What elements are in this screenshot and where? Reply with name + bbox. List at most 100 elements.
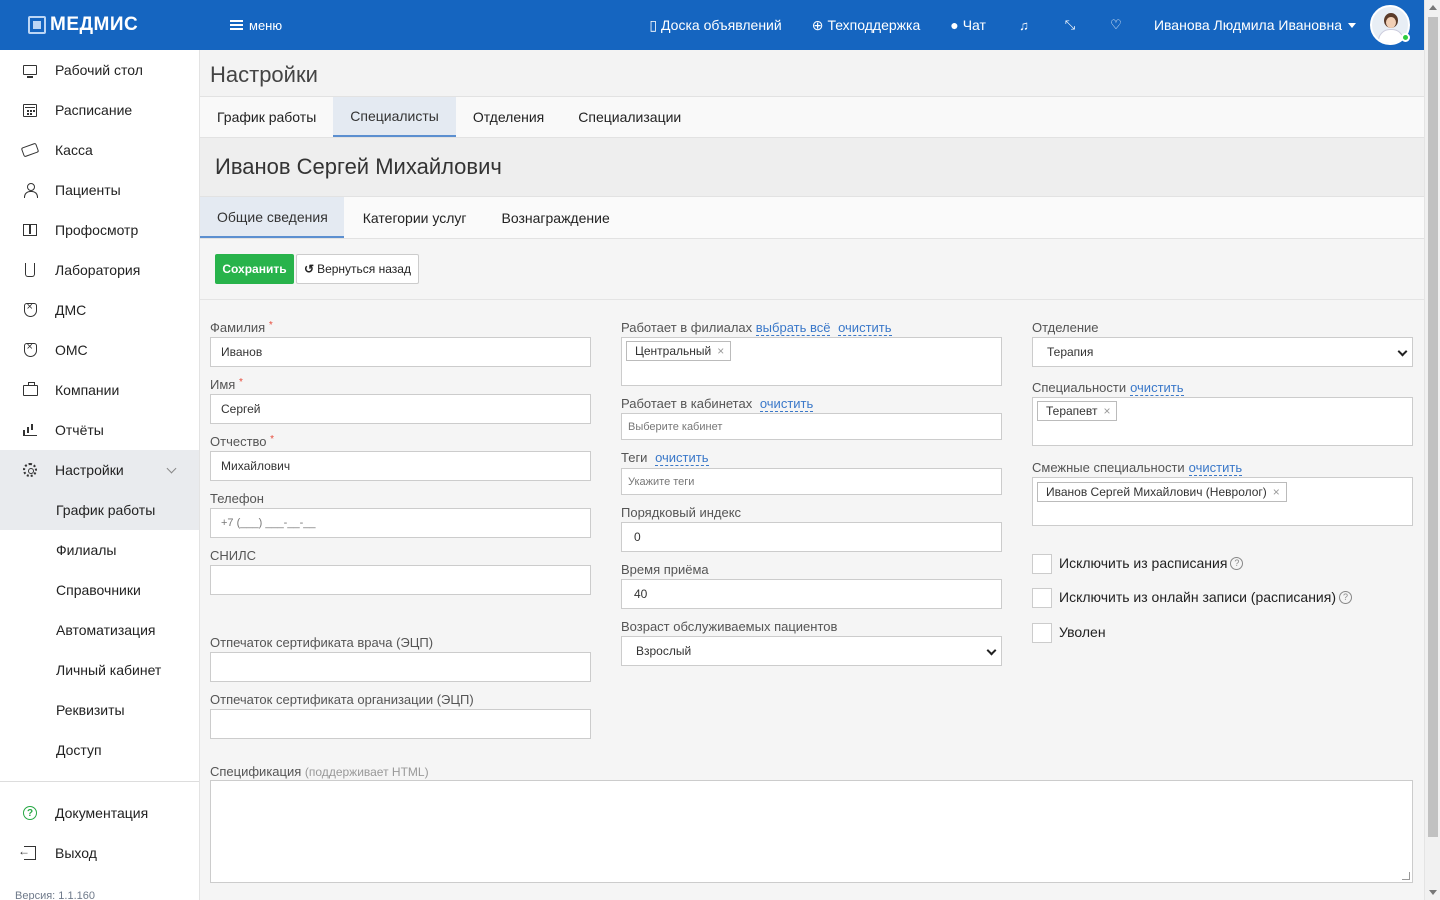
specification-textarea[interactable] xyxy=(210,780,1413,883)
sidebar-subitem-references[interactable]: Справочники xyxy=(0,570,199,610)
exclude-schedule-checkbox[interactable] xyxy=(1032,554,1052,574)
online-status-icon xyxy=(1401,33,1410,42)
bell-icon[interactable]: ♫ xyxy=(1016,17,1032,33)
rooms-label: Работает в кабинетах очистить xyxy=(621,396,814,412)
appointment-time-input[interactable]: 40 xyxy=(621,579,1002,609)
org-cert-label: Отпечаток сертификата организации (ЭЦП) xyxy=(210,692,474,707)
board-link[interactable]: ▯ Доска объявлений xyxy=(649,17,781,34)
tab-specialists[interactable]: Специалисты xyxy=(333,97,456,137)
department-select[interactable]: Терапия xyxy=(1032,337,1413,367)
support-link[interactable]: ⊕ Техподдержка xyxy=(812,17,921,34)
clear-rooms-link[interactable]: очистить xyxy=(759,396,814,412)
scroll-thumb[interactable] xyxy=(1428,17,1438,837)
sidebar-item-patients[interactable]: Пациенты xyxy=(0,170,199,210)
sidebar-item-reports[interactable]: Отчёты xyxy=(0,410,199,450)
sidebar-item-logout[interactable]: Выход xyxy=(0,833,199,873)
tags-input[interactable]: Укажите теги xyxy=(621,468,1002,495)
sidebar-item-checkup[interactable]: Профосмотр xyxy=(0,210,199,250)
save-button[interactable]: Сохранить xyxy=(215,254,294,284)
logo-icon xyxy=(28,16,46,34)
tab-remuneration[interactable]: Вознаграждение xyxy=(484,197,625,238)
exclude-online-checkbox[interactable] xyxy=(1032,588,1052,608)
clear-related-specialties-link[interactable]: очистить xyxy=(1188,460,1243,476)
sidebar-item-label: Отчёты xyxy=(55,422,104,438)
tags-label: Теги очистить xyxy=(621,450,709,466)
sidebar-item-companies[interactable]: Компании xyxy=(0,370,199,410)
lightbulb-icon[interactable]: ♡ xyxy=(1108,17,1124,33)
sidebar-subitem-requisites[interactable]: Реквизиты xyxy=(0,690,199,730)
sidebar-item-label: Настройки xyxy=(55,462,124,478)
board-label: Доска объявлений xyxy=(661,17,782,33)
help-icon[interactable]: ? xyxy=(1339,590,1352,604)
clear-specialties-link[interactable]: очистить xyxy=(1130,380,1184,396)
compress-icon[interactable]: ⤡ xyxy=(1062,17,1078,33)
related-specialty-chip: Иванов Сергей Михайлович (Невролог) × xyxy=(1037,482,1287,502)
sidebar-subitem-branches[interactable]: Филиалы xyxy=(0,530,199,570)
sidebar-subitem-work-schedule[interactable]: График работы xyxy=(0,490,199,530)
sidebar-item-desktop[interactable]: Рабочий стол xyxy=(0,50,199,90)
scroll-down-icon[interactable] xyxy=(1429,890,1437,895)
sidebar-item-lab[interactable]: Лаборатория xyxy=(0,250,199,290)
fired-label: Уволен xyxy=(1059,624,1106,640)
sidebar-subitem-access[interactable]: Доступ xyxy=(0,730,199,770)
snils-input[interactable] xyxy=(210,565,591,595)
sidebar-item-oms[interactable]: ОМС xyxy=(0,330,199,370)
patient-age-value: Взрослый xyxy=(636,644,692,658)
sidebar-item-schedule[interactable]: Расписание xyxy=(0,90,199,130)
phone-input[interactable]: +7 (___) ___-__-__ xyxy=(210,508,591,538)
sidebar-divider xyxy=(0,781,199,782)
rooms-input[interactable]: Выберите кабинет xyxy=(621,413,1002,440)
snils-label: СНИЛС xyxy=(210,548,257,563)
undo-icon: ↺ xyxy=(304,262,315,276)
sidebar-item-settings[interactable]: Настройки xyxy=(0,450,199,490)
clear-branches-link[interactable]: очистить xyxy=(838,320,892,336)
name-input[interactable]: Сергей xyxy=(210,394,591,424)
surname-input[interactable]: Иванов xyxy=(210,337,591,367)
sidebar-subitem-automation[interactable]: Автоматизация xyxy=(0,610,199,650)
tab-work-schedule[interactable]: График работы xyxy=(200,97,333,137)
order-index-input[interactable]: 0 xyxy=(621,522,1002,552)
main-content: Настройки График работы Специалисты Отде… xyxy=(200,50,1424,900)
top-bar: МЕДМИС меню ▯ Доска объявлений ⊕ Техподд… xyxy=(0,0,1424,50)
menu-button[interactable]: меню xyxy=(230,18,282,33)
clear-tags-link[interactable]: очистить xyxy=(655,450,709,466)
patronymic-input[interactable]: Михайлович xyxy=(210,451,591,481)
sidebar-item-cash[interactable]: Касса xyxy=(0,130,199,170)
sidebar-item-label: Касса xyxy=(55,142,93,158)
tab-service-categories[interactable]: Категории услуг xyxy=(346,197,483,238)
fired-checkbox[interactable] xyxy=(1032,623,1052,643)
org-cert-input[interactable] xyxy=(210,709,591,739)
branch-chip: Центральный × xyxy=(626,341,732,361)
page-scrollbar[interactable] xyxy=(1424,0,1440,900)
resize-handle-icon[interactable] xyxy=(1402,872,1410,880)
book-icon xyxy=(22,222,38,238)
related-specialties-label: Смежные специальности очистить xyxy=(1032,460,1243,476)
sidebar-item-label: Профосмотр xyxy=(55,222,139,238)
remove-chip-icon[interactable]: × xyxy=(1103,404,1110,418)
sidebar-item-label: Пациенты xyxy=(55,182,121,198)
sidebar-item-docs[interactable]: ? Документация xyxy=(0,793,199,833)
remove-chip-icon[interactable]: × xyxy=(1273,485,1280,499)
user-menu[interactable]: Иванова Людмила Ивановна xyxy=(1154,17,1356,33)
monitor-icon xyxy=(22,62,38,78)
sidebar-subitem-account[interactable]: Личный кабинет xyxy=(0,650,199,690)
tab-general-info[interactable]: Общие сведения xyxy=(200,197,344,238)
select-all-branches-link[interactable]: выбрать всё xyxy=(755,320,831,336)
branches-multiselect[interactable]: Центральный × xyxy=(621,337,1002,386)
chat-link[interactable]: ● Чат xyxy=(950,17,986,33)
related-specialties-multiselect[interactable]: Иванов Сергей Михайлович (Невролог) × xyxy=(1032,477,1413,526)
remove-chip-icon[interactable]: × xyxy=(717,344,724,358)
specialties-multiselect[interactable]: Терапевт × xyxy=(1032,397,1413,446)
hamburger-icon xyxy=(230,20,243,30)
doctor-cert-input[interactable] xyxy=(210,652,591,682)
sidebar-item-dms[interactable]: ДМС xyxy=(0,290,199,330)
back-button[interactable]: ↺ Вернуться назад xyxy=(296,254,419,284)
help-icon[interactable]: ? xyxy=(1230,556,1244,570)
logout-icon xyxy=(18,844,38,861)
tab-specializations[interactable]: Специализации xyxy=(561,97,698,137)
tab-departments[interactable]: Отделения xyxy=(456,97,561,137)
brand-logo[interactable]: МЕДМИС xyxy=(0,14,200,36)
patient-age-select[interactable]: Взрослый xyxy=(621,636,1002,666)
scroll-up-icon[interactable] xyxy=(1429,5,1437,10)
department-label: Отделение xyxy=(1032,320,1099,335)
